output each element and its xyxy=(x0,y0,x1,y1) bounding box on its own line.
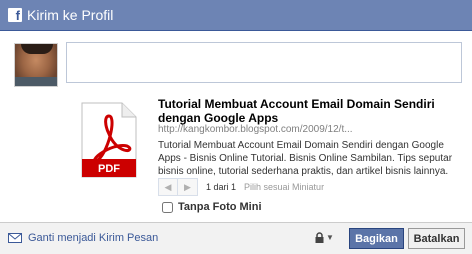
dialog-footer: Ganti menjadi Kirim Pesan ▼ Bagikan Bata… xyxy=(0,222,472,254)
no-thumbnail-label: Tanpa Foto Mini xyxy=(178,201,262,213)
switch-to-message-label: Ganti menjadi Kirim Pesan xyxy=(28,232,159,244)
lock-icon xyxy=(315,232,324,243)
link-description: Tutorial Membuat Account Email Domain Se… xyxy=(158,140,453,177)
arrow-left-icon[interactable]: ◀ xyxy=(158,178,178,196)
link-url: http://kangkombor.blogspot.com/2009/12/t… xyxy=(158,124,353,135)
arrow-right-icon[interactable]: ▶ xyxy=(178,178,198,196)
envelope-icon xyxy=(8,233,22,243)
dialog-title: Kirim ke Profil xyxy=(27,7,114,23)
pdf-label: PDF xyxy=(98,163,120,175)
no-thumbnail-checkbox[interactable] xyxy=(162,201,173,213)
switch-to-message-link[interactable]: Ganti menjadi Kirim Pesan xyxy=(8,232,158,244)
chevron-down-icon: ▼ xyxy=(326,233,334,242)
link-title[interactable]: Tutorial Membuat Account Email Domain Se… xyxy=(158,97,458,125)
cancel-button[interactable]: Batalkan xyxy=(408,228,465,249)
message-input[interactable] xyxy=(66,42,462,83)
dialog-content: PDF Tutorial Membuat Account Email Domai… xyxy=(0,32,472,222)
avatar xyxy=(14,43,58,87)
share-button[interactable]: Bagikan xyxy=(349,228,404,249)
pager-count: 1 dari 1 xyxy=(206,182,237,192)
facebook-f-icon: f xyxy=(8,8,22,22)
thumbnail-pager: ◀ ▶ 1 dari 1 Pilih sesuai Miniatur xyxy=(158,178,324,196)
pdf-document-icon: PDF xyxy=(78,102,140,178)
privacy-selector[interactable]: ▼ xyxy=(315,232,334,243)
pager-hint: Pilih sesuai Miniatur xyxy=(244,182,325,192)
dialog-titlebar: f Kirim ke Profil xyxy=(0,0,472,31)
no-thumbnail-option[interactable]: Tanpa Foto Mini xyxy=(162,201,262,213)
